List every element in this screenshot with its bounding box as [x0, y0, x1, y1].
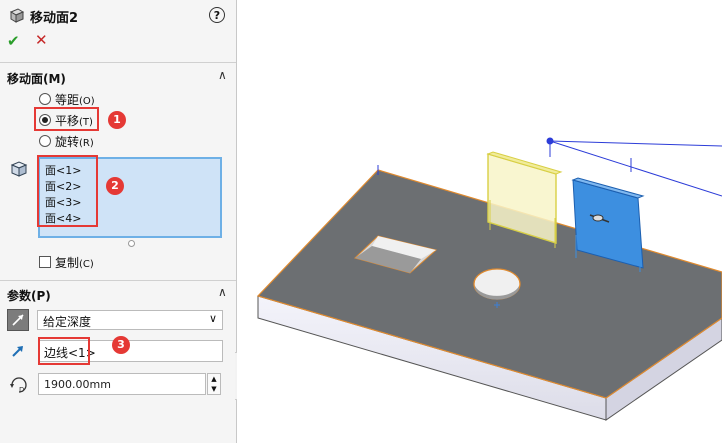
annotation-badge-1: 1: [108, 111, 126, 129]
face-selection-icon: [10, 160, 28, 178]
collapse-parameters-button[interactable]: ∧: [218, 285, 227, 299]
annotation-badge-2: 2: [106, 177, 124, 195]
3d-model-view[interactable]: [237, 0, 722, 443]
depth-icon: D: [8, 375, 30, 395]
graphics-viewport[interactable]: [237, 0, 722, 443]
spin-down-button[interactable]: ▼: [208, 384, 220, 394]
question-icon[interactable]: ?: [209, 7, 225, 23]
reverse-direction-icon[interactable]: [7, 309, 29, 331]
cancel-button[interactable]: ✕: [35, 31, 48, 49]
highlight-box-3: [38, 337, 90, 365]
section-divider: [0, 62, 236, 63]
section-divider: [0, 280, 236, 281]
end-condition-value: 给定深度: [43, 315, 92, 329]
parameters-section-title: 参数(P): [7, 289, 51, 303]
collapse-move-face-button[interactable]: ∧: [218, 68, 227, 82]
property-manager: 移动面2 ? ✔ ✕ 移动面(M) ∧ 等距(O) 平移(T) 1 旋转(R) …: [0, 0, 236, 443]
end-condition-select[interactable]: 给定深度 ∨: [37, 310, 223, 330]
radio-rotate[interactable]: [39, 135, 51, 147]
depth-value: 1900.00mm: [44, 378, 111, 391]
svg-text:D: D: [19, 386, 24, 394]
copy-checkbox-label: 复制(C): [55, 256, 94, 270]
annotation-badge-3: 3: [112, 336, 130, 354]
copy-checkbox[interactable]: [39, 256, 51, 268]
move-face-section-title: 移动面(M): [7, 72, 66, 86]
highlight-box-2: [37, 155, 98, 227]
confirm-button[interactable]: ✔: [7, 32, 20, 50]
chevron-down-icon: ∨: [208, 312, 217, 325]
drag-handle: [546, 137, 554, 145]
page-title: 移动面2: [30, 11, 79, 26]
depth-field[interactable]: 1900.00mm: [38, 373, 206, 395]
radio-rotate-label: 旋转(R): [55, 135, 94, 149]
radio-offset[interactable]: [39, 93, 51, 105]
move-face-feature-icon: [8, 6, 26, 24]
list-resize-handle[interactable]: [128, 240, 135, 247]
radio-offset-label: 等距(O): [55, 93, 95, 107]
depth-spinner[interactable]: ▲ ▼: [207, 373, 221, 395]
direction-arrow-icon: [10, 343, 26, 359]
highlight-box-1: [34, 107, 99, 131]
spin-up-button[interactable]: ▲: [208, 374, 220, 384]
